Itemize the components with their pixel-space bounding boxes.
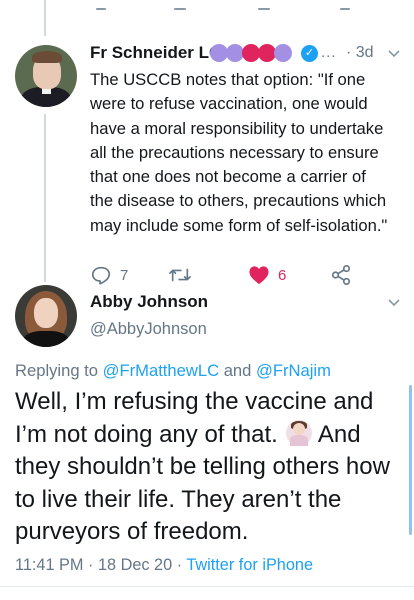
retweet-icon-fragment: [174, 8, 186, 10]
divider: [0, 586, 414, 587]
reply-icon: [91, 266, 111, 285]
author-name[interactable]: Fr Schneider LC: [90, 43, 221, 63]
reply-button[interactable]: 7: [90, 262, 128, 288]
tweet-text: Well, I’m refusing the vaccine and I’m n…: [15, 386, 407, 549]
like-count: 6: [278, 266, 287, 284]
mention-link[interactable]: @FrNajim: [256, 361, 331, 380]
replying-prefix: Replying to: [15, 361, 103, 380]
author-name[interactable]: Abby Johnson: [90, 292, 208, 312]
mention-link[interactable]: @FrMatthewLC: [103, 361, 219, 380]
person-shrugging-emoji-icon: [285, 419, 312, 446]
scrollbar[interactable]: [409, 385, 412, 535]
timestamp[interactable]: 11:41 PM · 18 Dec 20 ·: [15, 556, 186, 574]
like-icon-fragment: [258, 8, 270, 10]
source-link[interactable]: Twitter for iPhone: [186, 556, 313, 574]
retweet-icon: [169, 268, 191, 282]
verified-icon: ✓: [301, 45, 318, 62]
chevron-down-icon[interactable]: [386, 294, 402, 310]
like-button[interactable]: 6: [248, 262, 286, 288]
share-icon: [331, 265, 351, 285]
reply-count: 7: [120, 266, 129, 284]
thread-connector-top: [44, 0, 46, 36]
heart-icon: [249, 266, 269, 285]
avatar[interactable]: [15, 285, 77, 347]
chevron-down-icon[interactable]: [386, 45, 402, 61]
thread-connector: [44, 114, 46, 282]
tweet-metadata: 11:41 PM · 18 Dec 20 · Twitter for iPhon…: [15, 556, 313, 575]
avatar[interactable]: [15, 45, 77, 107]
share-icon-fragment: [340, 8, 350, 10]
author-handle[interactable]: @AbbyJohnson: [90, 320, 207, 339]
reply-icon-fragment: [96, 8, 106, 10]
share-button[interactable]: [330, 262, 352, 288]
previous-tweet-actions-fragment: [0, 0, 414, 20]
replying-to: Replying to @FrMatthewLC and @FrNajim: [15, 361, 331, 381]
emoji-badges: [210, 44, 292, 62]
circle-badge-icon: [274, 44, 292, 62]
retweet-button[interactable]: [168, 262, 192, 288]
truncation-ellipsis: ...: [321, 44, 337, 61]
tweet-actions: 7 6: [90, 262, 390, 288]
tweet-time[interactable]: · 3d: [346, 44, 374, 62]
replying-and: and: [219, 361, 256, 380]
tweet-text: The USCCB notes that option: "If one wer…: [90, 70, 388, 235]
